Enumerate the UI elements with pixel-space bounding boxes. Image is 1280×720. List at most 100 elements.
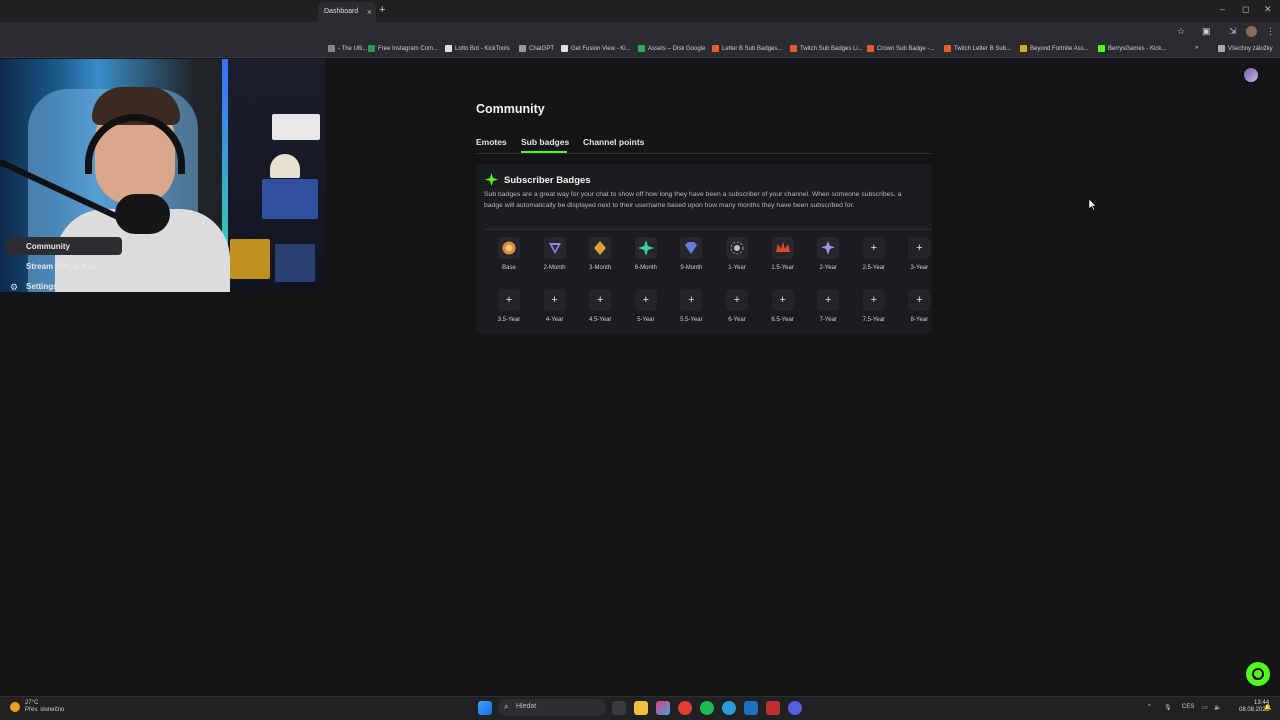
- plus-icon[interactable]: +: [817, 289, 840, 311]
- weather-widget[interactable]: 27°C Přev. slunečno: [25, 700, 64, 714]
- badge-slot[interactable]: 1.5-Year: [761, 237, 801, 283]
- all-bookmarks[interactable]: Všechny záložky: [1218, 45, 1273, 52]
- bookmark-item[interactable]: BerrysGames - Kick...: [1098, 45, 1166, 52]
- chevron-down-icon[interactable]: [109, 280, 119, 292]
- plus-icon[interactable]: +: [908, 289, 931, 311]
- badge-label: 2-Month: [543, 265, 566, 271]
- plus-icon[interactable]: +: [771, 289, 794, 311]
- badge-label: 7-Year: [819, 317, 837, 323]
- plus-icon[interactable]: +: [543, 289, 566, 311]
- badge-slot[interactable]: +3.5-Year: [487, 289, 527, 335]
- tab-channel-points[interactable]: Channel points: [583, 137, 644, 147]
- badge-slot[interactable]: +6.5-Year: [761, 289, 801, 335]
- sidebar-item-community[interactable]: Community: [6, 237, 122, 255]
- bookmark-label: Get Fusion View - Ki...: [571, 45, 631, 52]
- tab-sub-badges[interactable]: Sub badges: [521, 137, 569, 147]
- new-tab-icon[interactable]: +: [379, 4, 385, 16]
- file-explorer-icon[interactable]: [634, 701, 648, 715]
- badge-slot[interactable]: 2-Month: [533, 237, 573, 283]
- plus-icon[interactable]: +: [680, 289, 703, 311]
- bookmark-item[interactable]: Beyond Fortnite Ass...: [1020, 45, 1089, 52]
- bookmark-item[interactable]: Free Instagram Com...: [368, 45, 438, 52]
- tab-emotes[interactable]: Emotes: [476, 137, 507, 147]
- discord-icon[interactable]: [788, 701, 802, 715]
- badge-slot[interactable]: 2-Year: [806, 237, 846, 283]
- badge-slot[interactable]: +2.5-Year: [852, 237, 892, 283]
- bookmark-item[interactable]: ChatGPT: [519, 45, 554, 52]
- badge-slot[interactable]: +8-Year: [897, 289, 937, 335]
- bookmark-star-icon[interactable]: ☆: [1177, 26, 1185, 37]
- photos-app-icon[interactable]: [656, 701, 670, 715]
- taskbar-search[interactable]: ⌕ Hledat: [498, 699, 606, 716]
- 3-month-badge-icon[interactable]: [589, 237, 612, 259]
- minimize-icon[interactable]: –: [1220, 4, 1225, 14]
- bookmark-favicon-icon: [712, 45, 719, 52]
- base-badge-icon[interactable]: [498, 237, 520, 259]
- user-avatar[interactable]: [1244, 68, 1258, 82]
- badge-slot[interactable]: +6-Year: [715, 289, 755, 335]
- plus-icon[interactable]: +: [589, 289, 612, 311]
- plus-icon[interactable]: +: [862, 237, 885, 259]
- 9-month-badge-icon[interactable]: [680, 237, 703, 259]
- sidebar-item-stream-url-key[interactable]: Stream URL & Key: [6, 257, 122, 275]
- 1-year-badge-icon[interactable]: [726, 237, 748, 259]
- profile-avatar-icon[interactable]: [1246, 26, 1257, 37]
- maximize-icon[interactable]: ◻: [1242, 4, 1249, 15]
- badge-label: 2-Year: [819, 265, 837, 271]
- language-indicator[interactable]: CES: [1182, 704, 1194, 710]
- 1-5-year-badge-icon[interactable]: [771, 237, 794, 259]
- 6-month-badge-icon[interactable]: [634, 237, 657, 259]
- window-close-icon[interactable]: ✕: [1264, 4, 1272, 15]
- plus-icon[interactable]: +: [726, 289, 748, 311]
- badge-slot[interactable]: 6-Month: [624, 237, 664, 283]
- badge-slot[interactable]: +4-Year: [533, 289, 573, 335]
- close-tab-icon[interactable]: ×: [367, 7, 372, 17]
- badge-slot[interactable]: Base: [487, 237, 527, 283]
- badge-slot[interactable]: +3-Year: [897, 237, 937, 283]
- edge-icon[interactable]: [722, 701, 736, 715]
- bookmark-item[interactable]: Lotto Bot - KickTools: [445, 45, 510, 52]
- microphone-icon[interactable]: 🎙: [1164, 704, 1172, 711]
- bookmark-item[interactable]: - The Ulti...: [328, 45, 367, 52]
- badge-slot[interactable]: +5.5-Year: [669, 289, 709, 335]
- badge-label: 7.5-Year: [862, 317, 886, 323]
- tray-chevron-up-icon[interactable]: ^: [1148, 704, 1151, 710]
- bookmark-item[interactable]: Twitch Letter B Sub...: [944, 45, 1011, 52]
- downloads-icon[interactable]: ⇲: [1229, 26, 1237, 37]
- plus-icon[interactable]: +: [862, 289, 885, 311]
- badge-slot[interactable]: +5-Year: [624, 289, 664, 335]
- 2-month-badge-icon[interactable]: [543, 237, 566, 259]
- volume-icon[interactable]: 🔈: [1214, 704, 1221, 711]
- bookmark-favicon-icon: [368, 45, 375, 52]
- help-chat-button[interactable]: [1246, 662, 1270, 686]
- badge-slot[interactable]: 1-Year: [715, 237, 755, 283]
- task-view-icon[interactable]: [612, 701, 626, 715]
- spotify-icon[interactable]: [700, 701, 714, 715]
- bookmark-item[interactable]: Crown Sub Badge -...: [867, 45, 934, 52]
- badge-slot[interactable]: +4.5-Year: [578, 289, 618, 335]
- sidebar-item-settings[interactable]: Settings: [6, 277, 122, 295]
- plus-icon[interactable]: +: [908, 237, 931, 259]
- badge-label: 9-Month: [680, 265, 703, 271]
- browser-menu-icon[interactable]: ⋮: [1266, 26, 1275, 37]
- browser-tab[interactable]: Dashboard ×: [318, 2, 376, 22]
- bookmark-item[interactable]: Assets – Disk Google: [638, 45, 705, 52]
- badge-slot[interactable]: 9-Month: [669, 237, 709, 283]
- network-icon[interactable]: ▭: [1202, 704, 1208, 711]
- more-bookmarks-icon[interactable]: »: [1195, 45, 1198, 51]
- media-app-icon[interactable]: [766, 701, 780, 715]
- badge-slot[interactable]: 3-Month: [578, 237, 618, 283]
- badge-slot[interactable]: +7.5-Year: [852, 289, 892, 335]
- badge-slot[interactable]: +7-Year: [806, 289, 846, 335]
- bookmark-item[interactable]: Twitch Sub Badges Li...: [790, 45, 863, 52]
- bookmark-item[interactable]: Letter B Sub Badges...: [712, 45, 782, 52]
- bookmark-item[interactable]: Get Fusion View - Ki...: [561, 45, 631, 52]
- plus-icon[interactable]: +: [634, 289, 657, 311]
- extensions-icon[interactable]: ▣: [1202, 26, 1211, 37]
- store-icon[interactable]: [744, 701, 758, 715]
- windows-start-icon[interactable]: [478, 701, 492, 715]
- notifications-icon[interactable]: 🔔: [1264, 704, 1271, 711]
- 2-year-badge-icon[interactable]: [817, 237, 840, 259]
- chrome-icon[interactable]: [678, 701, 692, 715]
- plus-icon[interactable]: +: [498, 289, 520, 311]
